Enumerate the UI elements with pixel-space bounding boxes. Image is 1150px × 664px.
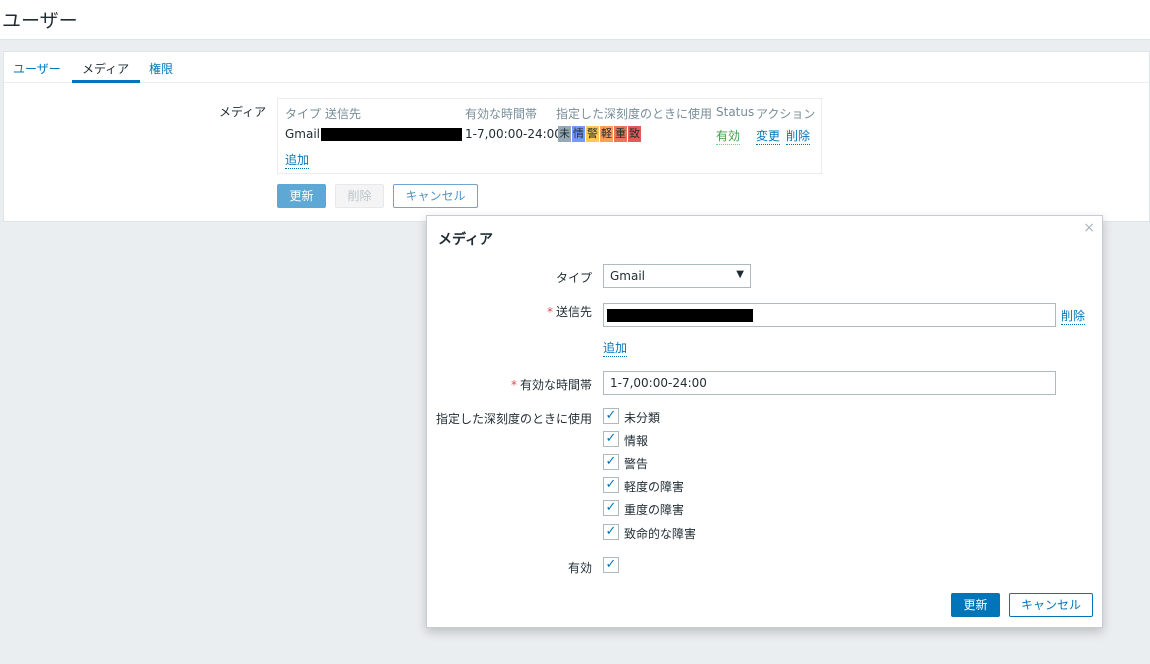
severity-badge: 致 xyxy=(628,126,641,142)
severity-checkbox-label: 軽度の障害 xyxy=(624,480,685,494)
enabled-checkbox[interactable]: ✓ xyxy=(603,557,619,573)
sendto-label-text: 送信先 xyxy=(555,305,592,319)
header-severity: 指定した深刻度のときに使用 xyxy=(556,107,713,121)
severity-checkbox-label: 警告 xyxy=(624,457,649,471)
user-form-card: ユーザー メディア 権限 メディア タイプ 送信先 有効な時間帯 指定した深刻度… xyxy=(3,51,1150,222)
sendto-add-link[interactable]: 追加 xyxy=(603,339,628,357)
update-button[interactable]: 更新 xyxy=(277,184,326,208)
media-dialog: メディア × タイプ Gmail ▼ * 送信先 削除 追加 * 有効な時間帯 1-… xyxy=(426,215,1103,628)
type-label: タイプ xyxy=(555,271,592,285)
severity-checkbox-label: 情報 xyxy=(624,434,649,448)
page-title: ユーザー xyxy=(2,10,78,32)
required-icon: * xyxy=(546,305,553,319)
active-tab-indicator xyxy=(72,80,140,83)
tab-permissions[interactable]: 権限 xyxy=(149,60,173,77)
dialog-update-button[interactable]: 更新 xyxy=(951,593,1000,617)
header-type: タイプ xyxy=(285,107,322,121)
redacted-sendto-value xyxy=(607,309,753,322)
sendto-delete-link[interactable]: 削除 xyxy=(1061,307,1086,325)
tab-user[interactable]: ユーザー xyxy=(13,60,61,77)
row-type: Gmail xyxy=(285,127,321,141)
severity-checkbox-label: 致命的な障害 xyxy=(624,527,697,541)
severity-badge: 警 xyxy=(586,126,599,142)
dialog-cancel-button[interactable]: キャンセル xyxy=(1009,593,1093,617)
row-status-toggle[interactable]: 有効 xyxy=(716,127,741,145)
when-label: * 有効な時間帯 xyxy=(511,376,592,393)
header-action: アクション xyxy=(756,107,816,121)
header-status: Status xyxy=(716,105,755,119)
cancel-button[interactable]: キャンセル xyxy=(393,184,478,208)
close-icon[interactable]: × xyxy=(1083,220,1095,236)
enabled-label: 有効 xyxy=(567,561,592,575)
sendto-label: * 送信先 xyxy=(547,303,592,320)
row-when: 1-7,00:00-24:00 xyxy=(465,127,562,141)
header-sendto: 送信先 xyxy=(325,107,362,121)
tab-media[interactable]: メディア xyxy=(82,60,129,77)
severity-badge: 未 xyxy=(558,126,571,142)
severity-checkbox[interactable]: ✓ xyxy=(603,454,619,470)
dialog-title: メディア xyxy=(438,232,494,248)
delete-button: 削除 xyxy=(335,184,384,208)
required-icon: * xyxy=(510,378,517,392)
severity-checkbox[interactable]: ✓ xyxy=(603,500,619,516)
severity-checkbox[interactable]: ✓ xyxy=(603,524,619,540)
severity-checkbox[interactable]: ✓ xyxy=(603,408,619,424)
redacted-sendto xyxy=(321,128,462,141)
severity-checkbox[interactable]: ✓ xyxy=(603,431,619,447)
type-select[interactable]: Gmail ▼ xyxy=(603,264,751,288)
chevron-down-icon: ▼ xyxy=(736,269,744,280)
add-media-link[interactable]: 追加 xyxy=(285,151,310,169)
severity-label: 指定した深刻度のときに使用 xyxy=(435,412,592,426)
when-label-text: 有効な時間帯 xyxy=(519,378,592,392)
row-delete-link[interactable]: 削除 xyxy=(786,127,811,145)
severity-badge: 情 xyxy=(572,126,585,142)
severity-checkbox-label: 未分類 xyxy=(624,411,661,425)
row-edit-link[interactable]: 変更 xyxy=(756,127,781,145)
severity-badge: 軽 xyxy=(600,126,613,142)
sendto-input[interactable] xyxy=(603,303,1056,327)
severity-checkbox[interactable]: ✓ xyxy=(603,477,619,493)
media-table: タイプ 送信先 有効な時間帯 指定した深刻度のときに使用 Status アクショ… xyxy=(277,98,822,174)
media-field-label: メディア xyxy=(219,105,267,119)
header-when: 有効な時間帯 xyxy=(465,107,538,121)
severity-checkbox-label: 重度の障害 xyxy=(624,503,685,517)
header-bar: ユーザー xyxy=(0,0,1150,40)
when-input[interactable]: 1-7,00:00-24:00 xyxy=(603,371,1056,395)
severity-badge: 重 xyxy=(614,126,627,142)
type-select-value: Gmail xyxy=(610,269,646,283)
tab-bar: ユーザー メディア 権限 xyxy=(4,52,1149,83)
